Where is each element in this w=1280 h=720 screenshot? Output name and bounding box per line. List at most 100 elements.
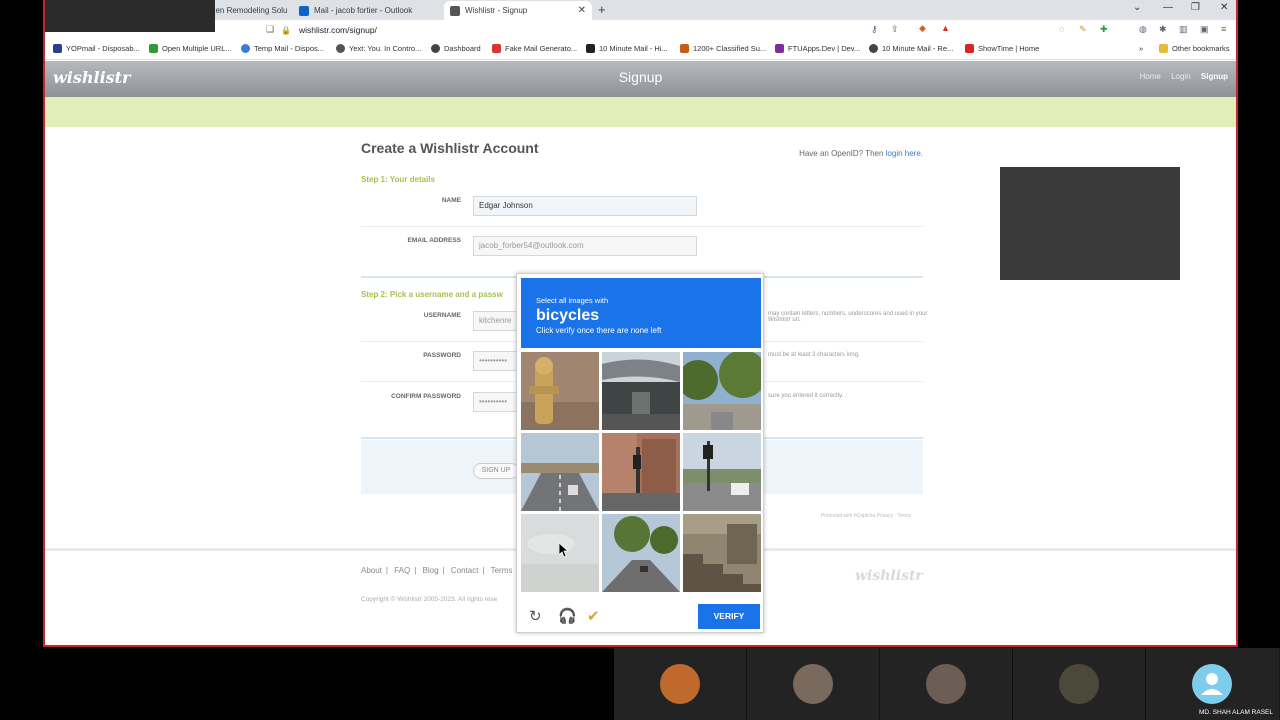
bookmark-fake-mail[interactable]: Fake Mail Generato...	[492, 44, 577, 53]
name-field[interactable]: Edgar Johnson	[473, 196, 697, 216]
minimize-icon[interactable]: —	[1163, 2, 1173, 13]
signup-button[interactable]: SIGN UP	[473, 463, 519, 479]
captcha-tile-hydrant[interactable]	[521, 352, 599, 430]
bookmark-label: 10 Minute Mail - Re...	[882, 44, 954, 53]
footer-link-terms[interactable]: Terms	[491, 566, 513, 575]
footer-link-about[interactable]: About	[361, 566, 382, 575]
tab-label: Wishlistr - Signup	[465, 6, 528, 15]
rewards-icon[interactable]: ▲	[941, 23, 950, 33]
participant-tile[interactable]	[880, 648, 1013, 720]
audio-challenge-icon[interactable]: 🎧	[558, 607, 577, 625]
captcha-keyword: bicycles	[536, 307, 600, 324]
url-text: wishlistr.com/signup/	[298, 25, 377, 35]
openid-note: Have an OpenID? Then login here.	[799, 149, 923, 158]
refresh-icon[interactable]: ↻	[529, 607, 542, 625]
password-hint: must be at least 3 characters long.	[768, 352, 860, 358]
bookmark-label: Dashboard	[444, 44, 481, 53]
email-field[interactable]: jacob_forber54@outlook.com	[473, 236, 697, 256]
captcha-subtext: Click verify once there are none left	[536, 326, 662, 335]
restore-icon[interactable]: ❐	[1191, 2, 1200, 13]
captcha-tile-street-trees[interactable]	[683, 352, 761, 430]
participant-tile[interactable]	[614, 648, 747, 720]
nav-login[interactable]: Login	[1171, 72, 1191, 81]
puzzle-icon[interactable]: ✱	[1159, 24, 1167, 35]
bookmark-ftuapps[interactable]: FTUApps.Dev | Dev...	[775, 44, 860, 53]
wishlistr-favicon-icon	[450, 5, 460, 16]
key-icon[interactable]: ⚷	[871, 24, 878, 35]
header-title: Signup	[618, 69, 663, 85]
openid-login-link[interactable]: login here.	[886, 149, 923, 158]
captcha-footer: ↻ 🎧 ✔ VERIFY	[517, 599, 763, 633]
bookmark-10-minute-mail[interactable]: 10 Minute Mail - Hi...	[586, 44, 668, 53]
captcha-tile-road-trees[interactable]	[602, 514, 680, 592]
nav-home[interactable]: Home	[1140, 72, 1161, 81]
extension-plus-icon[interactable]: ✚	[1100, 24, 1108, 35]
screen: hen Remodeling Solu Mail - jacob fortier…	[0, 0, 1280, 720]
step1-heading: Step 1: Your details	[361, 175, 435, 184]
tab-outlook[interactable]: Mail - jacob fortier - Outlook	[293, 1, 441, 20]
new-tab-icon[interactable]: +	[598, 2, 606, 17]
participant-tile[interactable]	[1013, 648, 1146, 720]
close-window-icon[interactable]: ✕	[1220, 2, 1228, 13]
site-nav: Home Login Signup	[1132, 72, 1229, 81]
bookmark-icon[interactable]: ❏	[266, 24, 274, 35]
captcha-instruction: Select all images with	[536, 296, 609, 305]
menu-icon[interactable]: ≡	[1221, 24, 1226, 34]
tab-strip: hen Remodeling Solu Mail - jacob fortier…	[45, 0, 1236, 20]
participant-tile[interactable]: MD. SHAH ALAM RASEL	[1146, 648, 1279, 720]
bookmark-label: FTUApps.Dev | Dev...	[788, 44, 861, 53]
bookmarks-overflow-icon[interactable]: »	[1139, 44, 1143, 53]
footer-link-contact[interactable]: Contact	[451, 566, 479, 575]
bookmark-yext[interactable]: Yext: You. In Contro...	[336, 44, 421, 53]
captcha-tile-overpass[interactable]	[602, 352, 680, 430]
username-hint: may contain letters, numbers, underscore…	[768, 311, 928, 323]
footer-links: About | FAQ | Blog | Contact | Terms	[361, 566, 516, 575]
verify-button[interactable]: VERIFY	[698, 604, 760, 629]
tab-wishlistr[interactable]: Wishlistr - Signup ✕	[444, 1, 592, 20]
tab-remodeling[interactable]: hen Remodeling Solu	[205, 1, 291, 20]
accessibility-icon[interactable]: ✔	[587, 607, 600, 625]
bookmark-dashboard[interactable]: Dashboard	[431, 44, 481, 53]
user-avatar-icon	[1192, 664, 1232, 704]
lock-icon: 🔒	[281, 25, 291, 35]
captcha-tile-traffic-light[interactable]	[683, 433, 761, 511]
mouse-cursor-icon	[559, 543, 569, 557]
bookmark-open-multiple-url[interactable]: Open Multiple URL...	[149, 44, 232, 53]
signup-form: Create a Wishlistr Account Have an OpenI…	[361, 140, 927, 519]
bookmark-showtime[interactable]: ShowTime | Home	[965, 44, 1039, 53]
other-bookmarks[interactable]: Other bookmarks	[1159, 44, 1230, 53]
sidebar-icon[interactable]: ▥	[1179, 24, 1188, 35]
tab-search-icon[interactable]: ⌄	[1133, 2, 1141, 13]
close-tab-icon[interactable]: ✕	[578, 5, 586, 16]
footer-logo: wishlistr	[855, 568, 923, 584]
omnibox[interactable]: 🔒 wishlistr.com/signup/	[281, 22, 891, 38]
wallet-icon[interactable]: ▣	[1200, 24, 1209, 35]
participant-tile[interactable]	[747, 648, 880, 720]
hcaptcha-credit: Protected with hCaptcha Privacy · Terms	[820, 513, 911, 519]
extension-pen-icon[interactable]: ✎	[1079, 24, 1087, 35]
captcha-tile-intersection[interactable]	[602, 433, 680, 511]
extension-mouse-icon[interactable]: ◌	[1059, 24, 1064, 34]
footer-link-blog[interactable]: Blog	[423, 566, 439, 575]
bookmark-label: Other bookmarks	[1172, 44, 1230, 53]
footer-sep: |	[482, 566, 485, 575]
tab-label: hen Remodeling Solu	[211, 6, 288, 15]
video-overlay	[1000, 167, 1180, 280]
bookmark-yopmail[interactable]: YOPmail - Disposab...	[53, 44, 140, 53]
bookmark-10-minute-mail-re[interactable]: 10 Minute Mail - Re...	[869, 44, 953, 53]
outlook-icon	[299, 5, 309, 16]
bookmark-temp-mail[interactable]: Temp Mail - Dispos...	[241, 44, 324, 53]
participant-avatar	[926, 664, 966, 704]
bookmark-classified[interactable]: 1200+ Classified Su...	[680, 44, 766, 53]
globe-icon[interactable]: ◍	[1139, 24, 1147, 35]
nav-signup[interactable]: Signup	[1201, 72, 1228, 81]
address-row: ❏ 🔒 wishlistr.com/signup/ ⚷ ⇪ ◆ ▲ ◌ ✎ ✚ …	[45, 20, 1236, 40]
tab-label: Mail - jacob fortier - Outlook	[314, 6, 413, 15]
meeting-participants: MD. SHAH ALAM RASEL	[614, 648, 1280, 720]
brave-shield-icon[interactable]: ◆	[919, 23, 926, 34]
footer-link-faq[interactable]: FAQ	[394, 566, 410, 575]
captcha-tile-stairs[interactable]	[683, 514, 761, 592]
share-icon[interactable]: ⇪	[891, 24, 899, 35]
captcha-tile-highway[interactable]	[521, 433, 599, 511]
step2-heading: Step 2: Pick a username and a passw	[361, 290, 503, 299]
